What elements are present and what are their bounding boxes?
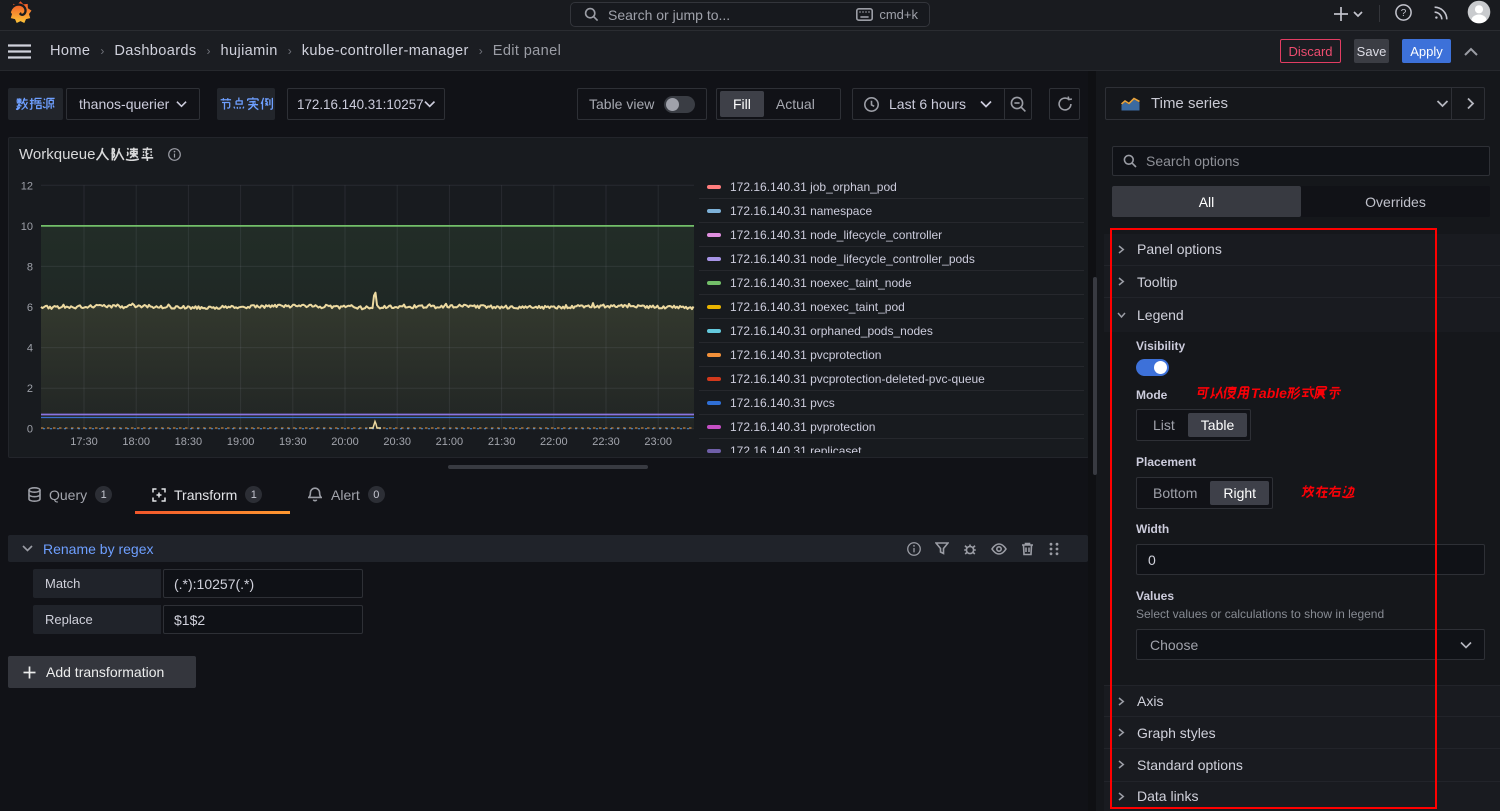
svg-text:20:00: 20:00 [331, 436, 359, 448]
svg-text:22:00: 22:00 [540, 436, 568, 448]
svg-text:22:30: 22:30 [592, 436, 620, 448]
svg-text:12: 12 [21, 180, 33, 192]
svg-text:20:30: 20:30 [383, 436, 411, 448]
svg-text:21:00: 21:00 [436, 436, 464, 448]
svg-text:?: ? [1401, 8, 1407, 19]
svg-text:2: 2 [27, 383, 33, 395]
svg-text:19:30: 19:30 [279, 436, 307, 448]
svg-text:6: 6 [27, 302, 33, 314]
svg-text:18:00: 18:00 [122, 436, 150, 448]
svg-text:19:00: 19:00 [227, 436, 255, 448]
svg-text:18:30: 18:30 [175, 436, 203, 448]
svg-text:10: 10 [21, 221, 33, 233]
svg-text:4: 4 [27, 343, 33, 355]
svg-text:23:00: 23:00 [644, 436, 672, 448]
svg-text:0: 0 [27, 424, 33, 436]
svg-text:21:30: 21:30 [488, 436, 516, 448]
svg-text:8: 8 [27, 261, 33, 273]
svg-text:17:30: 17:30 [70, 436, 98, 448]
